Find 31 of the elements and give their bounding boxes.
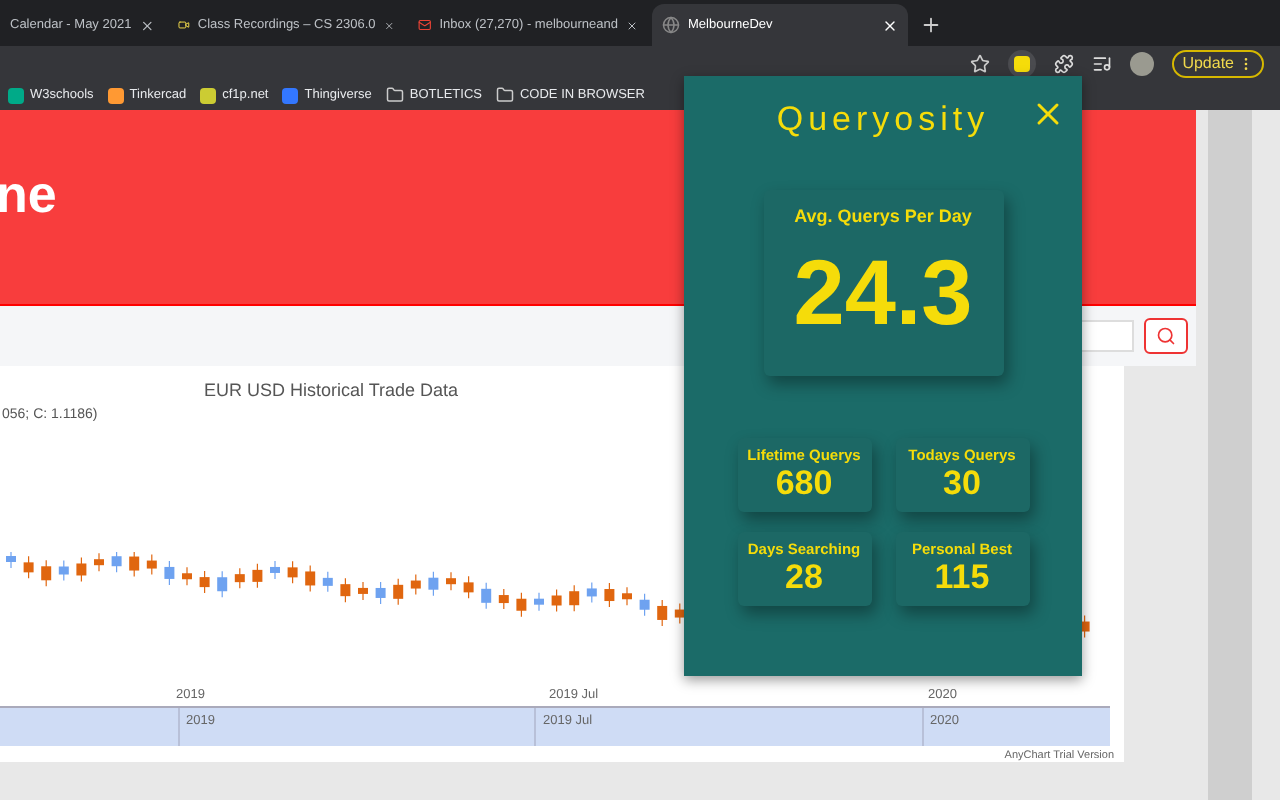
popup-title: Queryosity xyxy=(776,100,990,140)
stat-value: 28 xyxy=(785,558,823,598)
update-button[interactable]: Update xyxy=(1172,49,1264,77)
new-tab-icon[interactable] xyxy=(920,14,942,36)
folder-icon xyxy=(495,86,514,104)
stat-label: Avg. Querys Per Day xyxy=(794,206,972,226)
stat-value: 680 xyxy=(775,464,833,504)
chart-title: EUR USD Historical Trade Data xyxy=(202,378,461,400)
puzzle-icon[interactable] xyxy=(1054,53,1075,73)
close-icon[interactable] xyxy=(383,17,394,33)
search-icon xyxy=(1156,326,1176,346)
folder-icon xyxy=(385,86,404,104)
globe-icon xyxy=(662,16,680,34)
stat-value: 30 xyxy=(943,464,981,504)
video-icon xyxy=(178,16,190,34)
star-icon[interactable] xyxy=(970,53,991,73)
close-icon[interactable] xyxy=(139,17,154,33)
scrollbar[interactable] xyxy=(1208,110,1252,800)
site-icon xyxy=(107,87,124,103)
header-title: ne xyxy=(0,164,57,226)
media-icon[interactable] xyxy=(1092,53,1113,73)
search-button[interactable] xyxy=(1144,318,1188,354)
close-icon[interactable] xyxy=(626,17,638,33)
extension-button[interactable] xyxy=(1008,49,1037,77)
stat-value: 115 xyxy=(934,558,990,598)
site-icon xyxy=(8,87,24,103)
mail-icon xyxy=(418,16,432,34)
site-icon xyxy=(282,87,299,103)
stat-value: 24.3 xyxy=(793,238,973,346)
site-icon xyxy=(200,87,217,103)
avatar[interactable] xyxy=(1130,51,1155,75)
